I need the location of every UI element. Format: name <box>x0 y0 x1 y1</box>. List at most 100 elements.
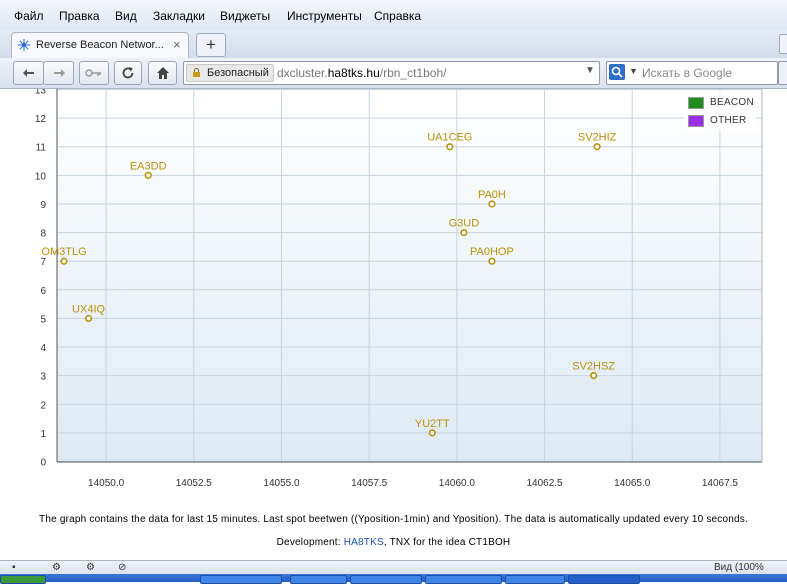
y-tick-label: 3 <box>40 372 46 383</box>
url-bar[interactable]: Безопасный dxcluster.ha8tks.hu/rbn_ct1bo… <box>183 61 600 85</box>
point-label: UA1CEG <box>427 132 472 144</box>
url-text[interactable]: dxcluster.ha8tks.hu/rbn_ct1boh/ <box>277 66 446 80</box>
data-point <box>144 171 152 179</box>
status-panel-icon[interactable]: ▪ <box>12 562 16 573</box>
data-point <box>488 200 496 208</box>
new-tab-button[interactable]: + <box>196 33 226 57</box>
status-addons-icon[interactable]: ⚙ <box>86 562 95 573</box>
x-tick-label: 14060.0 <box>439 478 476 489</box>
point-label: G3UD <box>449 218 480 230</box>
start-button[interactable] <box>0 575 46 584</box>
back-button[interactable] <box>13 61 44 85</box>
menu-tools[interactable]: Инструменты <box>287 9 362 23</box>
reload-icon <box>122 67 134 79</box>
tab-title: Reverse Beacon Networ... <box>36 39 164 51</box>
taskbar-item-active[interactable] <box>568 575 640 584</box>
y-tick-label: 5 <box>40 314 46 325</box>
x-tick-label: 14055.0 <box>263 478 300 489</box>
data-point <box>460 228 468 237</box>
y-tick-label: 12 <box>35 114 47 125</box>
development-credit: Development: HA8TKS, TNX for the idea CT… <box>276 537 511 548</box>
forward-button[interactable] <box>43 61 74 85</box>
y-tick-label: 13 <box>35 89 47 97</box>
home-button[interactable] <box>148 61 177 85</box>
tab-close-icon[interactable]: × <box>173 37 181 52</box>
navigation-bar: Безопасный dxcluster.ha8tks.hu/rbn_ct1bo… <box>0 58 787 89</box>
site-identity-button[interactable]: Безопасный <box>186 64 274 82</box>
point-label: EA3DD <box>130 160 167 172</box>
y-tick-label: 0 <box>40 458 46 469</box>
y-tick-label: 4 <box>40 343 46 354</box>
rbn-scatter-chart: 01234567891011121314050.0 14052.5 14055.0 1… <box>35 89 763 489</box>
point-label: SV2HSZ <box>572 361 615 373</box>
key-button[interactable] <box>79 61 109 85</box>
status-tools-icon[interactable]: ⚙ <box>52 562 61 573</box>
url-dropdown-icon[interactable]: ▼ <box>585 65 595 76</box>
search-input[interactable]: Искать в Google <box>642 66 732 80</box>
developer-link[interactable]: HA8TKS <box>344 537 384 548</box>
search-box[interactable]: ▼ Искать в Google <box>606 61 778 85</box>
lock-icon <box>193 68 200 77</box>
zoom-indicator[interactable]: Вид (100% <box>714 562 764 573</box>
arrow-right-icon <box>53 69 65 77</box>
menu-view[interactable]: Вид <box>115 9 137 23</box>
tab-list-button[interactable] <box>779 34 787 54</box>
identity-label: Безопасный <box>207 67 269 79</box>
home-icon <box>156 67 169 79</box>
tab-bar: Reverse Beacon Networ... × + <box>0 30 787 59</box>
legend-swatch-other <box>688 115 704 127</box>
os-taskbar <box>0 574 787 584</box>
taskbar-item[interactable] <box>200 575 282 584</box>
x-tick-label: 14050.0 <box>88 478 125 489</box>
x-tick-label: 14057.5 <box>351 478 388 489</box>
chart-legend: BEACON OTHER <box>684 91 756 131</box>
x-tick-label: 14052.5 <box>176 478 213 489</box>
reload-button[interactable] <box>114 61 142 85</box>
tab-reverse-beacon[interactable]: Reverse Beacon Networ... × <box>11 32 189 58</box>
key-icon <box>85 69 101 77</box>
x-tick-label: 14067.5 <box>702 478 739 489</box>
chart-description: The graph contains the data for last 15 … <box>39 514 748 525</box>
y-tick-label: 7 <box>40 257 46 268</box>
status-block-icon[interactable]: ⊘ <box>118 562 126 573</box>
taskbar-item[interactable] <box>425 575 502 584</box>
data-point <box>593 143 601 151</box>
y-tick-label: 1 <box>40 429 46 440</box>
x-tick-label: 14065.0 <box>614 478 651 489</box>
status-bar: ▪ ⚙ ⚙ ⊘ Вид (100% <box>0 560 787 575</box>
menu-help[interactable]: Справка <box>374 9 421 23</box>
y-tick-label: 6 <box>40 286 46 297</box>
menu-file[interactable]: Файл <box>14 9 44 23</box>
data-point <box>60 257 68 265</box>
search-go-button[interactable] <box>778 61 787 85</box>
y-tick-label: 9 <box>40 200 46 211</box>
legend-label-beacon: BEACON <box>710 97 755 108</box>
y-tick-label: 11 <box>36 143 47 154</box>
point-label: YU2TT <box>415 418 450 430</box>
point-label: PA0HOP <box>470 246 514 258</box>
data-point <box>488 257 496 265</box>
menu-edit[interactable]: Правка <box>59 9 100 23</box>
point-label: PA0H <box>478 189 506 201</box>
data-point <box>428 429 436 437</box>
taskbar-item[interactable] <box>350 575 422 584</box>
search-engine-dropdown-icon[interactable]: ▼ <box>629 66 638 76</box>
antenna-icon <box>18 39 30 51</box>
menu-widgets[interactable]: Виджеты <box>220 9 270 23</box>
search-engine-icon[interactable] <box>609 64 625 80</box>
data-point <box>590 372 598 380</box>
x-tick-label: 14062.5 <box>526 478 563 489</box>
menu-bar: Файл Правка Вид Закладки Виджеты Инструм… <box>0 0 787 31</box>
data-point <box>84 314 93 323</box>
taskbar-item[interactable] <box>290 575 347 584</box>
legend-swatch-beacon <box>688 97 704 109</box>
point-label: OM3TLG <box>41 246 86 258</box>
data-point <box>446 143 454 151</box>
menu-bookmarks[interactable]: Закладки <box>153 9 205 23</box>
page-content: 0 1 2 3 4 5 6 7 8 9 10 11 12 13 14050.0 14052.5 14055.0 1… <box>0 89 787 560</box>
y-tick-label: 8 <box>40 229 46 240</box>
y-tick-label: 2 <box>40 400 46 411</box>
arrow-left-icon <box>22 69 34 77</box>
taskbar-item[interactable] <box>505 575 565 584</box>
legend-label-other: OTHER <box>710 115 747 126</box>
